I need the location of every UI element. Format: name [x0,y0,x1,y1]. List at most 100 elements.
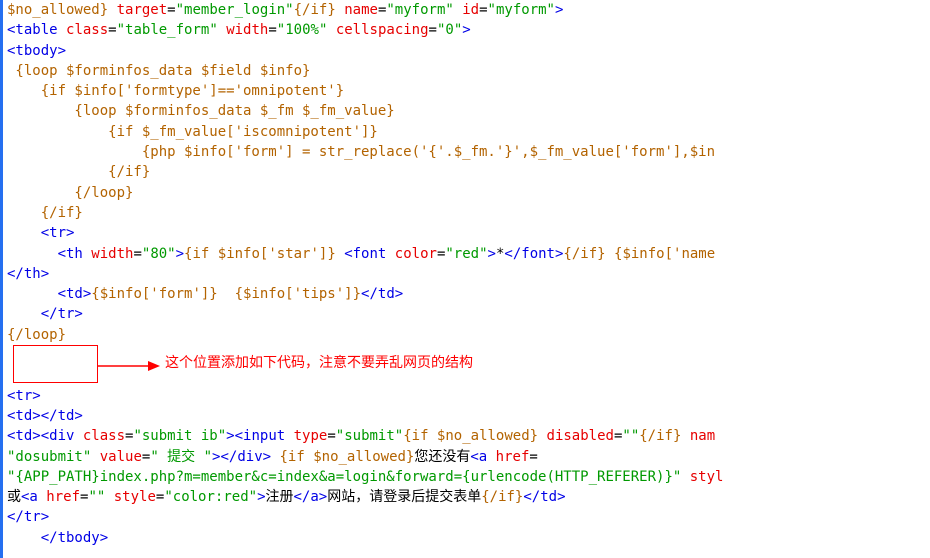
code-token: "myform" [386,2,453,18]
code-line: <th width="80">{if $info['star']} <font … [7,246,715,262]
code-token: </td> [523,489,565,505]
code-line: "dosubmit" value=" 提交 "></div> {if $no_a… [7,449,538,465]
code-token: 或 [7,489,21,505]
code-token [7,246,58,262]
code-token: <th [58,246,92,262]
code-token: </font> [504,246,563,262]
code-line: <table class="table_form" width="100%" c… [7,22,471,38]
code-token: {loop $forminfos_data $field $info} [7,63,310,79]
code-token: = [479,2,487,18]
code-token: {if $no_allowed} [403,428,538,444]
code-token: {/if} [7,205,83,221]
code-token: {if $_fm_value['iscomnipotent']} [7,124,378,140]
code-token: {if $no_allowed} [280,449,415,465]
code-token: <tr> [7,388,41,404]
code-token: {$info['form']} [91,286,217,302]
code-line: </tbody> [7,530,108,546]
code-line: {if $_fm_value['iscomnipotent']} [7,124,378,140]
code-token: <a [21,489,46,505]
code-token: > [488,246,496,262]
code-token: </tr> [41,306,83,322]
code-token: {php $info['form'] = str_replace('{'.$_f… [7,144,715,160]
code-line: {/if} [7,205,83,221]
code-token: href [46,489,80,505]
annotation-text: 这个位置添加如下代码，注意不要弄乱网页的结构 [165,352,473,372]
code-line: </tr> [7,509,49,525]
code-token: </tbody> [41,530,108,546]
code-token [7,306,41,322]
code-token: ></div> [212,449,271,465]
code-token: <td> [58,286,92,302]
code-token: </td> [361,286,403,302]
code-token [218,286,235,302]
code-token: cellspacing [336,22,429,38]
code-token [91,449,99,465]
code-token: "submit" [336,428,403,444]
code-token [606,246,614,262]
code-token: "submit ib" [133,428,226,444]
code-line: <tr> [7,388,41,404]
code-token [336,246,344,262]
code-line: {php $info['form'] = str_replace('{'.$_f… [7,144,715,160]
code-token [538,428,546,444]
code-line: {if $info['formtype']=='omnipotent'} [7,83,344,99]
code-token: > [555,2,563,18]
code-token: {if $info['formtype']=='omnipotent'} [7,83,344,99]
code-block: $no_allowed} target="member_login"{/if} … [7,0,930,548]
code-token [327,22,335,38]
code-line: {loop $forminfos_data $field $info} [7,63,310,79]
code-token: > [176,246,184,262]
code-token [105,489,113,505]
code-line: $no_allowed} target="member_login"{/if} … [7,2,563,18]
code-token [336,2,344,18]
code-token: "80" [142,246,176,262]
code-line: </tr> [7,306,83,322]
code-token: <table [7,22,66,38]
code-token: <a [470,449,495,465]
code-token: <td></td> [7,408,83,424]
code-token: {/if} [481,489,523,505]
code-token: {/loop} [7,327,66,343]
code-token: 您还没有 [414,449,470,465]
code-token: </tr> [7,509,49,525]
code-token: color [395,246,437,262]
code-token: "table_form" [117,22,218,38]
code-token: class [83,428,125,444]
code-token: "dosubmit" [7,449,91,465]
code-viewport: $no_allowed} target="member_login"{/if} … [0,0,930,558]
code-line: <td><div class="submit ib"><input type="… [7,428,715,444]
code-token: class [66,22,108,38]
code-token: {/if} [294,2,336,18]
code-token: type [294,428,328,444]
code-token: </th> [7,266,49,282]
code-token: {$info['name [614,246,715,262]
code-token: href [496,449,530,465]
code-token: = [327,428,335,444]
code-line: <td></td> [7,408,83,424]
code-token [7,286,58,302]
code-token: = [167,2,175,18]
code-token: <tr> [41,225,75,241]
code-token: width [226,22,268,38]
code-token: {/loop} [7,185,133,201]
code-token [681,469,689,485]
code-token: = [108,22,116,38]
code-token: > [226,428,234,444]
code-token: target [117,2,168,18]
code-token: "myform" [488,2,555,18]
code-token: "100%" [277,22,328,38]
code-token: <tbody> [7,43,66,59]
code-token: {/if} [7,164,150,180]
code-line: "{APP_PATH}index.php?m=member&c=index&a=… [7,469,723,485]
code-token: disabled [547,428,614,444]
code-token: = [133,246,141,262]
code-token: {if $info['star']} [184,246,336,262]
code-token: $no_allowed} [7,2,108,18]
code-token: 注册 [266,489,294,505]
code-token [218,22,226,38]
code-token: > [462,22,470,38]
code-token [271,449,279,465]
code-token [454,2,462,18]
code-line: <tr> [7,225,74,241]
code-token: width [91,246,133,262]
